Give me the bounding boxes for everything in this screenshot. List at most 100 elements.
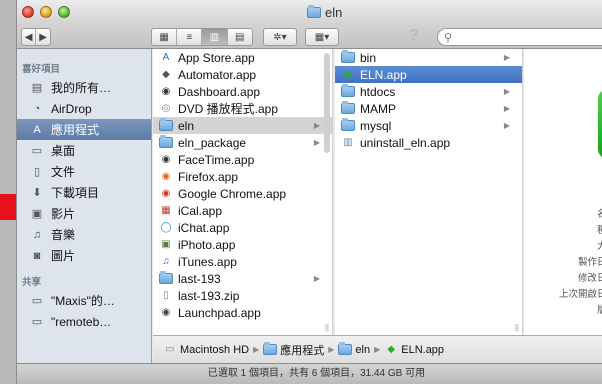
file-name: iTunes.app [178,254,237,269]
file-row[interactable]: ◉ Firefox.app [153,168,332,185]
file-row[interactable]: ◎ DVD 播放程式.app [153,100,332,117]
applications-icon: A [33,123,41,136]
file-row[interactable]: last-193 ▶ [153,270,332,287]
disclosure-arrow-icon: ▶ [503,87,510,96]
file-name: Automator.app [178,67,257,82]
file-row[interactable]: MAMP ▶ [335,100,522,117]
file-row[interactable]: eln ▶ [153,117,332,134]
file-row[interactable]: ♫ iTunes.app [153,253,332,270]
window-title-text: eln [325,5,343,20]
file-row[interactable]: eln_package ▶ [153,134,332,151]
sidebar-item[interactable]: ▭ "remoteb… [17,311,151,332]
file-row[interactable]: ▯ last-193.zip [153,287,332,304]
sidebar-item[interactable]: ◔ AirDrop [17,98,151,119]
folder-icon [341,118,355,132]
action-menu-button[interactable]: ✲▾ [263,28,297,46]
file-row[interactable]: ◉ Google Chrome.app [153,185,332,202]
downloads-icon: ⬇ [32,187,42,199]
folder-icon [263,342,278,356]
file-row[interactable]: ◉ Launchpad.app [153,304,332,321]
sidebar-item[interactable]: ▯ 文件 [17,161,151,182]
sidebar-item[interactable]: ▭ "Maxis"的… [17,290,151,311]
sidebar-item[interactable]: ▣ 影片 [17,203,151,224]
forward-button[interactable]: ▶ [36,29,50,45]
file-row[interactable]: ◆ Automator.app [153,66,332,83]
back-forward-buttons: ◀ ▶ [21,28,51,46]
all-files-icon: ▤ [31,82,43,94]
path-segment[interactable]: eln [338,342,371,356]
file-name: FaceTime.app [178,152,255,167]
search-field[interactable]: ⚲ [437,28,602,46]
back-button[interactable]: ◀ [22,29,37,45]
file-row[interactable]: htdocs ▶ [335,83,522,100]
sidebar-item-label: 應用程式 [51,123,100,137]
sidebar-item-label: 影片 [51,207,76,221]
search-input[interactable] [456,31,602,43]
file-row[interactable]: ◉ Dashboard.app [153,83,332,100]
minimize-button[interactable] [40,6,52,18]
icon-view-button[interactable]: ▦ [152,29,178,45]
preview-label: 製作日期 [577,257,602,268]
desktop-icon: ▭ [31,145,43,157]
folder-icon [341,50,355,64]
file-name: eln_package [178,135,247,150]
file-row[interactable]: ◉ FaceTime.app [153,151,332,168]
folder-icon [341,101,355,115]
iphoto-icon: ▣ [161,239,171,250]
file-name: Firefox.app [178,169,239,184]
file-name: ELN.app [360,67,407,82]
folder-icon [159,271,173,285]
column-resize-handle[interactable]: || [515,323,519,332]
file-name: bin [360,50,377,65]
sidebar-item[interactable]: ♫ 音樂 [17,224,151,245]
column-view-button[interactable]: ▥ [202,29,228,45]
airdrop-icon: ◔ [33,102,41,115]
arrange-menu-button[interactable]: ▦▾ [305,28,339,46]
help-icon[interactable]: ? [409,27,419,45]
sidebar-item[interactable]: A 應用程式 [17,119,151,140]
path-segment[interactable]: 應用程式 [263,342,324,358]
sidebar-item-label: 下載項目 [51,186,100,200]
sidebar-item[interactable]: ▤ 我的所有… [17,77,151,98]
file-row[interactable]: ▦ iCal.app [153,202,332,219]
disclosure-arrow-icon: ▶ [313,138,320,147]
automator-icon: ◆ [162,69,170,80]
facetime-icon: ◉ [161,154,171,165]
sidebar-header-shared: 共享 [22,277,42,288]
sidebar-item[interactable]: ⬇ 下載項目 [17,182,151,203]
eln-app-icon: ◆ [387,344,396,355]
folder-icon [338,342,353,356]
path-separator-icon: ▶ [328,345,335,354]
close-button[interactable] [22,6,34,18]
file-name: Dashboard.app [178,84,261,99]
file-name: App Store.app [178,50,255,65]
chrome-icon: ◉ [161,188,171,199]
file-row[interactable]: ◯ iChat.app [153,219,332,236]
disclosure-arrow-icon: ▶ [503,121,510,130]
search-icon: ⚲ [444,31,453,44]
list-view-button[interactable]: ≡ [177,29,203,45]
appstore-icon: A [162,52,170,63]
folder-icon [159,118,173,132]
sidebar-item[interactable]: ◙ 圖片 [17,245,151,266]
path-segment-label: eln [355,343,371,356]
file-row[interactable]: bin ▶ [335,49,522,66]
sidebar-item-label: 音樂 [51,228,76,242]
sidebar-item[interactable]: ▭ 桌面 [17,140,151,161]
file-name: mysql [360,118,392,133]
dashboard-icon: ◉ [161,86,171,97]
window-controls [22,6,70,18]
file-row[interactable]: ▣ iPhoto.app [153,236,332,253]
file-row[interactable]: mysql ▶ [335,117,522,134]
eln-app-preview-icon [598,89,602,159]
file-row[interactable]: ▥ uninstall_eln.app [335,134,522,151]
coverflow-view-button[interactable]: ▤ [228,29,252,45]
path-segment[interactable]: ▭ Macintosh HD [163,343,249,356]
preview-label: 種類 [596,225,602,236]
path-segment[interactable]: ◆ ELN.app [384,343,444,356]
file-row[interactable]: ◆ ELN.app [335,66,522,83]
column-resize-handle[interactable]: || [325,323,329,332]
zoom-button[interactable] [58,6,70,18]
column-scrollbar[interactable] [324,53,330,153]
file-row[interactable]: A App Store.app [153,49,332,66]
